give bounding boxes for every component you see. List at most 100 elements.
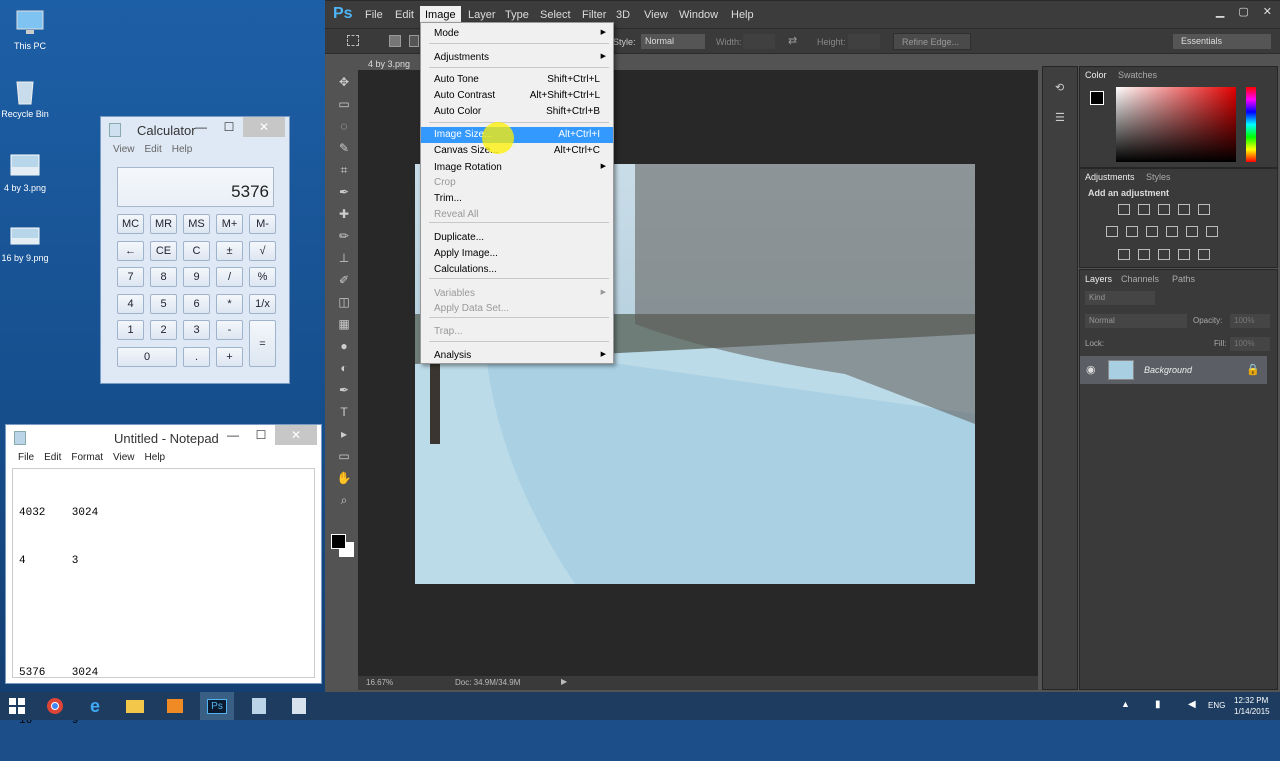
swap-icon[interactable]: ⇄ <box>788 34 797 47</box>
style-select[interactable]: Normal <box>641 34 705 49</box>
desktop-icon-recycle-bin[interactable]: Recycle Bin <box>0 76 55 119</box>
adjustment-icon[interactable] <box>1186 226 1198 237</box>
menu-item-auto-color[interactable]: Auto Color Shift+Ctrl+B <box>421 104 613 120</box>
adjustment-icon[interactable] <box>1198 204 1210 215</box>
calc-key[interactable]: M- <box>249 214 276 234</box>
calc-key[interactable]: MR <box>150 214 177 234</box>
menu-item-adjustments[interactable]: Adjustments ▶ <box>421 50 613 66</box>
minimize-button[interactable]: — <box>219 425 247 445</box>
calc-key[interactable]: 4 <box>117 294 144 314</box>
move-tool-icon[interactable]: ✥ <box>330 72 358 92</box>
history-icon[interactable]: ⟲ <box>1055 81 1064 94</box>
adjustment-icon[interactable] <box>1178 249 1190 260</box>
history-brush-tool-icon[interactable]: ✐ <box>330 270 358 290</box>
refine-edge-button[interactable]: Refine Edge... <box>893 33 971 50</box>
adjustment-icon[interactable] <box>1118 204 1130 215</box>
pen-tool-icon[interactable]: ✒ <box>330 380 358 400</box>
calc-key[interactable]: ± <box>216 241 243 261</box>
calc-key[interactable]: + <box>216 347 243 367</box>
adjustment-icon[interactable] <box>1158 204 1170 215</box>
adjustment-icon[interactable] <box>1146 226 1158 237</box>
kind-filter[interactable]: Kind <box>1085 291 1155 305</box>
tab-paths[interactable]: Paths <box>1172 274 1195 284</box>
calc-key[interactable]: / <box>216 267 243 287</box>
calc-key[interactable]: 1/x <box>249 294 276 314</box>
add-selection-icon[interactable] <box>409 35 419 47</box>
desktop-icon-16by9[interactable]: 16 by 9.png <box>0 220 55 263</box>
fill-input[interactable]: 100% <box>1230 337 1270 351</box>
close-button[interactable]: ✕ <box>275 425 317 445</box>
clock-time[interactable]: 12:32 PM <box>1234 696 1268 705</box>
calc-key[interactable]: ← <box>117 241 144 261</box>
calc-key[interactable]: * <box>216 294 243 314</box>
ps-menu-3d[interactable]: 3D <box>616 9 630 21</box>
language-indicator[interactable]: ENG <box>1208 701 1225 710</box>
adjustment-icon[interactable] <box>1126 226 1138 237</box>
notepad-titlebar[interactable]: Untitled - Notepad — ☐ ✕ <box>6 425 321 451</box>
color-field[interactable] <box>1116 87 1236 162</box>
menu-edit[interactable]: Edit <box>145 144 162 155</box>
menu-view[interactable]: View <box>113 144 135 155</box>
maximize-button[interactable]: ☐ <box>247 425 275 445</box>
adjustment-icon[interactable] <box>1106 226 1118 237</box>
menu-item-analysis[interactable]: Analysis ▶ <box>421 348 613 364</box>
healing-tool-icon[interactable]: ✚ <box>330 204 358 224</box>
type-tool-icon[interactable]: T <box>330 402 358 422</box>
menu-item-calculations[interactable]: Calculations... <box>421 262 613 278</box>
tab-adjustments[interactable]: Adjustments <box>1085 172 1135 182</box>
marquee-tool-icon[interactable]: ▭ <box>330 94 358 114</box>
ps-menu-select[interactable]: Select <box>540 9 571 21</box>
menu-item-duplicate[interactable]: Duplicate... <box>421 230 613 246</box>
zoom-tool-icon[interactable]: ⌕ <box>330 490 358 510</box>
menu-file[interactable]: File <box>18 452 34 463</box>
minimize-button[interactable]: — <box>187 117 215 137</box>
calc-key[interactable]: M+ <box>216 214 243 234</box>
calc-key[interactable]: 0 <box>117 347 177 367</box>
calc-key[interactable]: 8 <box>150 267 177 287</box>
network-icon[interactable]: ▮ <box>1155 699 1161 710</box>
calc-key[interactable]: 5 <box>150 294 177 314</box>
media-player-icon[interactable] <box>158 692 192 720</box>
lasso-tool-icon[interactable]: ◌ <box>330 116 358 136</box>
calc-key[interactable]: 2 <box>150 320 177 340</box>
adjustment-icon[interactable] <box>1166 226 1178 237</box>
start-button[interactable] <box>0 692 34 720</box>
notepad-textarea[interactable]: 4032 3024 4 3 5376 3024 16 9 <box>12 468 315 727</box>
desktop-icon-4by3[interactable]: 4 by 3.png <box>0 150 55 193</box>
dodge-tool-icon[interactable]: ◐ <box>330 358 358 378</box>
eye-icon[interactable]: ◉ <box>1086 363 1096 376</box>
adjustment-icon[interactable] <box>1118 249 1130 260</box>
eraser-tool-icon[interactable]: ◫ <box>330 292 358 312</box>
menu-help[interactable]: Help <box>145 452 166 463</box>
crop-tool-icon[interactable]: ⌗ <box>330 160 358 180</box>
ps-menu-window[interactable]: Window <box>679 9 718 21</box>
width-input[interactable] <box>743 34 775 49</box>
blur-tool-icon[interactable]: ● <box>330 336 358 356</box>
menu-item-image-rotation[interactable]: Image Rotation ▶ <box>421 160 613 176</box>
menu-item-trim[interactable]: Trim... <box>421 191 613 207</box>
tab-swatches[interactable]: Swatches <box>1118 70 1157 80</box>
adjustment-icon[interactable] <box>1198 249 1210 260</box>
calc-key[interactable]: = <box>249 320 276 367</box>
calc-key[interactable]: √ <box>249 241 276 261</box>
new-selection-icon[interactable] <box>389 35 401 47</box>
menu-item-apply-image[interactable]: Apply Image... <box>421 246 613 262</box>
menu-item-mode[interactable]: Mode ▶ <box>421 26 613 42</box>
zoom-level[interactable]: 16.67% <box>366 678 393 687</box>
tab-channels[interactable]: Channels <box>1121 274 1159 284</box>
ps-menu-layer[interactable]: Layer <box>468 9 496 21</box>
adjustment-icon[interactable] <box>1206 226 1218 237</box>
menu-view[interactable]: View <box>113 452 135 463</box>
ps-menu-view[interactable]: View <box>644 9 668 21</box>
ps-menu-file[interactable]: File <box>365 9 383 21</box>
tab-color[interactable]: Color <box>1085 70 1107 80</box>
menu-item-image-size[interactable]: Image Size... Alt+Ctrl+I <box>421 127 613 143</box>
tab-styles[interactable]: Styles <box>1146 172 1171 182</box>
adjustment-icon[interactable] <box>1138 204 1150 215</box>
ps-menu-help[interactable]: Help <box>731 9 754 21</box>
calc-key[interactable]: MS <box>183 214 210 234</box>
calc-key[interactable]: C <box>183 241 210 261</box>
menu-item-auto-tone[interactable]: Auto Tone Shift+Ctrl+L <box>421 72 613 88</box>
menu-edit[interactable]: Edit <box>44 452 61 463</box>
workspace-select[interactable]: Essentials <box>1173 34 1271 49</box>
